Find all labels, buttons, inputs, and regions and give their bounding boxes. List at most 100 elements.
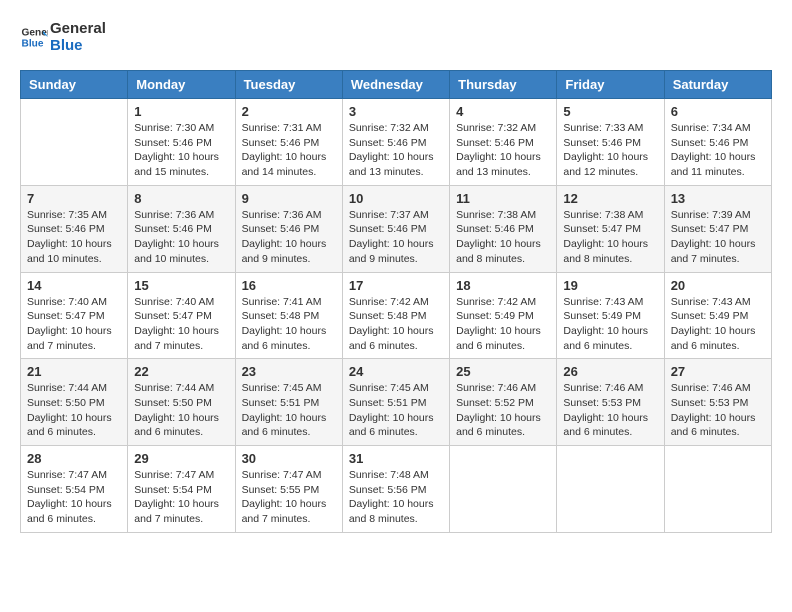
day-info: Sunrise: 7:33 AM Sunset: 5:46 PM Dayligh…	[563, 121, 657, 180]
day-info: Sunrise: 7:32 AM Sunset: 5:46 PM Dayligh…	[456, 121, 550, 180]
day-number: 10	[349, 191, 443, 206]
day-info: Sunrise: 7:34 AM Sunset: 5:46 PM Dayligh…	[671, 121, 765, 180]
calendar-cell: 17 Sunrise: 7:42 AM Sunset: 5:48 PM Dayli…	[342, 272, 449, 359]
header-day-saturday: Saturday	[664, 71, 771, 99]
week-row-3: 14Sunrise: 7:40 AM Sunset: 5:47 PM Dayli…	[21, 272, 772, 359]
calendar-cell: 3 Sunrise: 7:32 AM Sunset: 5:46 PM Daylig…	[342, 99, 449, 186]
day-number: 7	[27, 191, 121, 206]
calendar-cell: 22 Sunrise: 7:44 AM Sunset: 5:50 PM Dayli…	[128, 359, 235, 446]
svg-text:Blue: Blue	[22, 38, 44, 49]
day-number: 30	[242, 451, 336, 466]
calendar-cell: 9 Sunrise: 7:36 AM Sunset: 5:46 PM Daylig…	[235, 185, 342, 272]
logo-text-line1: General	[50, 20, 106, 37]
header-day-thursday: Thursday	[450, 71, 557, 99]
day-number: 31	[349, 451, 443, 466]
day-info: Sunrise: 7:31 AM Sunset: 5:46 PM Dayligh…	[242, 121, 336, 180]
calendar-cell: 28Sunrise: 7:47 AM Sunset: 5:54 PM Dayli…	[21, 446, 128, 533]
header-row: SundayMondayTuesdayWednesdayThursdayFrid…	[21, 71, 772, 99]
week-row-2: 7 Sunrise: 7:35 AM Sunset: 5:46 PM Daylig…	[21, 185, 772, 272]
day-number: 27	[671, 364, 765, 379]
calendar-cell: 29 Sunrise: 7:47 AM Sunset: 5:54 PM Dayli…	[128, 446, 235, 533]
day-number: 25	[456, 364, 550, 379]
calendar-cell: 31 Sunrise: 7:48 AM Sunset: 5:56 PM Dayli…	[342, 446, 449, 533]
day-number: 13	[671, 191, 765, 206]
day-number: 8	[134, 191, 228, 206]
day-info: Sunrise: 7:44 AM Sunset: 5:50 PM Dayligh…	[134, 381, 228, 440]
calendar-cell: 12 Sunrise: 7:38 AM Sunset: 5:47 PM Dayli…	[557, 185, 664, 272]
day-number: 20	[671, 278, 765, 293]
logo: General Blue General Blue	[20, 20, 106, 54]
day-info: Sunrise: 7:42 AM Sunset: 5:48 PM Dayligh…	[349, 295, 443, 354]
day-number: 6	[671, 104, 765, 119]
day-info: Sunrise: 7:30 AM Sunset: 5:46 PM Dayligh…	[134, 121, 228, 180]
day-number: 1	[134, 104, 228, 119]
day-number: 3	[349, 104, 443, 119]
day-number: 21	[27, 364, 121, 379]
calendar-cell: 18 Sunrise: 7:42 AM Sunset: 5:49 PM Dayli…	[450, 272, 557, 359]
calendar-cell: 6 Sunrise: 7:34 AM Sunset: 5:46 PM Daylig…	[664, 99, 771, 186]
calendar-cell: 13Sunrise: 7:39 AM Sunset: 5:47 PM Dayli…	[664, 185, 771, 272]
day-number: 19	[563, 278, 657, 293]
calendar-cell: 11Sunrise: 7:38 AM Sunset: 5:46 PM Dayli…	[450, 185, 557, 272]
day-info: Sunrise: 7:48 AM Sunset: 5:56 PM Dayligh…	[349, 468, 443, 527]
day-info: Sunrise: 7:43 AM Sunset: 5:49 PM Dayligh…	[563, 295, 657, 354]
day-info: Sunrise: 7:38 AM Sunset: 5:46 PM Dayligh…	[456, 208, 550, 267]
week-row-5: 28 Sunrise: 7:47 AM Sunset: 5:54 PM Dayli…	[21, 446, 772, 533]
day-info: Sunrise: 7:36 AM Sunset: 5:46 PM Dayligh…	[242, 208, 336, 267]
calendar-cell: 4 Sunrise: 7:32 AM Sunset: 5:46 PM Daylig…	[450, 99, 557, 186]
day-number: 22	[134, 364, 228, 379]
header: General Blue General Blue	[20, 20, 772, 54]
day-info: Sunrise: 7:38 AM Sunset: 5:47 PM Dayligh…	[563, 208, 657, 267]
day-info: Sunrise: 7:45 AM Sunset: 5:51 PM Dayligh…	[242, 381, 336, 440]
day-info: Sunrise: 7:46 AM Sunset: 5:53 PM Dayligh…	[563, 381, 657, 440]
day-number: 17	[349, 278, 443, 293]
calendar-cell: 7 Sunrise: 7:35 AM Sunset: 5:46 PM Daylig…	[21, 185, 128, 272]
header-day-wednesday: Wednesday	[342, 71, 449, 99]
day-number: 4	[456, 104, 550, 119]
day-number: 9	[242, 191, 336, 206]
day-info: Sunrise: 7:47 AM Sunset: 5:55 PM Dayligh…	[242, 468, 336, 527]
calendar-cell: 8 Sunrise: 7:36 AM Sunset: 5:46 PM Daylig…	[128, 185, 235, 272]
day-info: Sunrise: 7:46 AM Sunset: 5:52 PM Dayligh…	[456, 381, 550, 440]
day-info: Sunrise: 7:36 AM Sunset: 5:46 PM Dayligh…	[134, 208, 228, 267]
calendar-cell	[664, 446, 771, 533]
day-info: Sunrise: 7:46 AM Sunset: 5:53 PM Dayligh…	[671, 381, 765, 440]
day-info: Sunrise: 7:40 AM Sunset: 5:47 PM Dayligh…	[134, 295, 228, 354]
week-row-1: 1 Sunrise: 7:30 AM Sunset: 5:46 PM Daylig…	[21, 99, 772, 186]
calendar-cell	[21, 99, 128, 186]
day-number: 28	[27, 451, 121, 466]
calendar-table: SundayMondayTuesdayWednesdayThursdayFrid…	[20, 70, 772, 533]
day-number: 2	[242, 104, 336, 119]
calendar-cell	[557, 446, 664, 533]
header-day-monday: Monday	[128, 71, 235, 99]
day-info: Sunrise: 7:40 AM Sunset: 5:47 PM Dayligh…	[27, 295, 121, 354]
calendar-cell: 19 Sunrise: 7:43 AM Sunset: 5:49 PM Dayli…	[557, 272, 664, 359]
day-info: Sunrise: 7:35 AM Sunset: 5:46 PM Dayligh…	[27, 208, 121, 267]
day-info: Sunrise: 7:32 AM Sunset: 5:46 PM Dayligh…	[349, 121, 443, 180]
calendar-cell: 21 Sunrise: 7:44 AM Sunset: 5:50 PM Dayli…	[21, 359, 128, 446]
day-info: Sunrise: 7:47 AM Sunset: 5:54 PM Dayligh…	[134, 468, 228, 527]
day-number: 18	[456, 278, 550, 293]
calendar-cell: 2 Sunrise: 7:31 AM Sunset: 5:46 PM Daylig…	[235, 99, 342, 186]
calendar-cell: 26 Sunrise: 7:46 AM Sunset: 5:53 PM Dayli…	[557, 359, 664, 446]
day-info: Sunrise: 7:42 AM Sunset: 5:49 PM Dayligh…	[456, 295, 550, 354]
calendar-cell: 24Sunrise: 7:45 AM Sunset: 5:51 PM Dayli…	[342, 359, 449, 446]
day-number: 16	[242, 278, 336, 293]
calendar-cell: 15 Sunrise: 7:40 AM Sunset: 5:47 PM Dayli…	[128, 272, 235, 359]
logo-icon: General Blue	[20, 23, 48, 51]
day-number: 24	[349, 364, 443, 379]
calendar-cell: 25 Sunrise: 7:46 AM Sunset: 5:52 PM Dayli…	[450, 359, 557, 446]
day-info: Sunrise: 7:37 AM Sunset: 5:46 PM Dayligh…	[349, 208, 443, 267]
calendar-cell: 1 Sunrise: 7:30 AM Sunset: 5:46 PM Daylig…	[128, 99, 235, 186]
day-info: Sunrise: 7:44 AM Sunset: 5:50 PM Dayligh…	[27, 381, 121, 440]
day-number: 29	[134, 451, 228, 466]
day-number: 12	[563, 191, 657, 206]
header-day-tuesday: Tuesday	[235, 71, 342, 99]
header-day-friday: Friday	[557, 71, 664, 99]
calendar-cell: 30 Sunrise: 7:47 AM Sunset: 5:55 PM Dayli…	[235, 446, 342, 533]
day-number: 15	[134, 278, 228, 293]
calendar-cell: 23Sunrise: 7:45 AM Sunset: 5:51 PM Dayli…	[235, 359, 342, 446]
calendar-cell: 16Sunrise: 7:41 AM Sunset: 5:48 PM Dayli…	[235, 272, 342, 359]
day-info: Sunrise: 7:43 AM Sunset: 5:49 PM Dayligh…	[671, 295, 765, 354]
day-number: 26	[563, 364, 657, 379]
